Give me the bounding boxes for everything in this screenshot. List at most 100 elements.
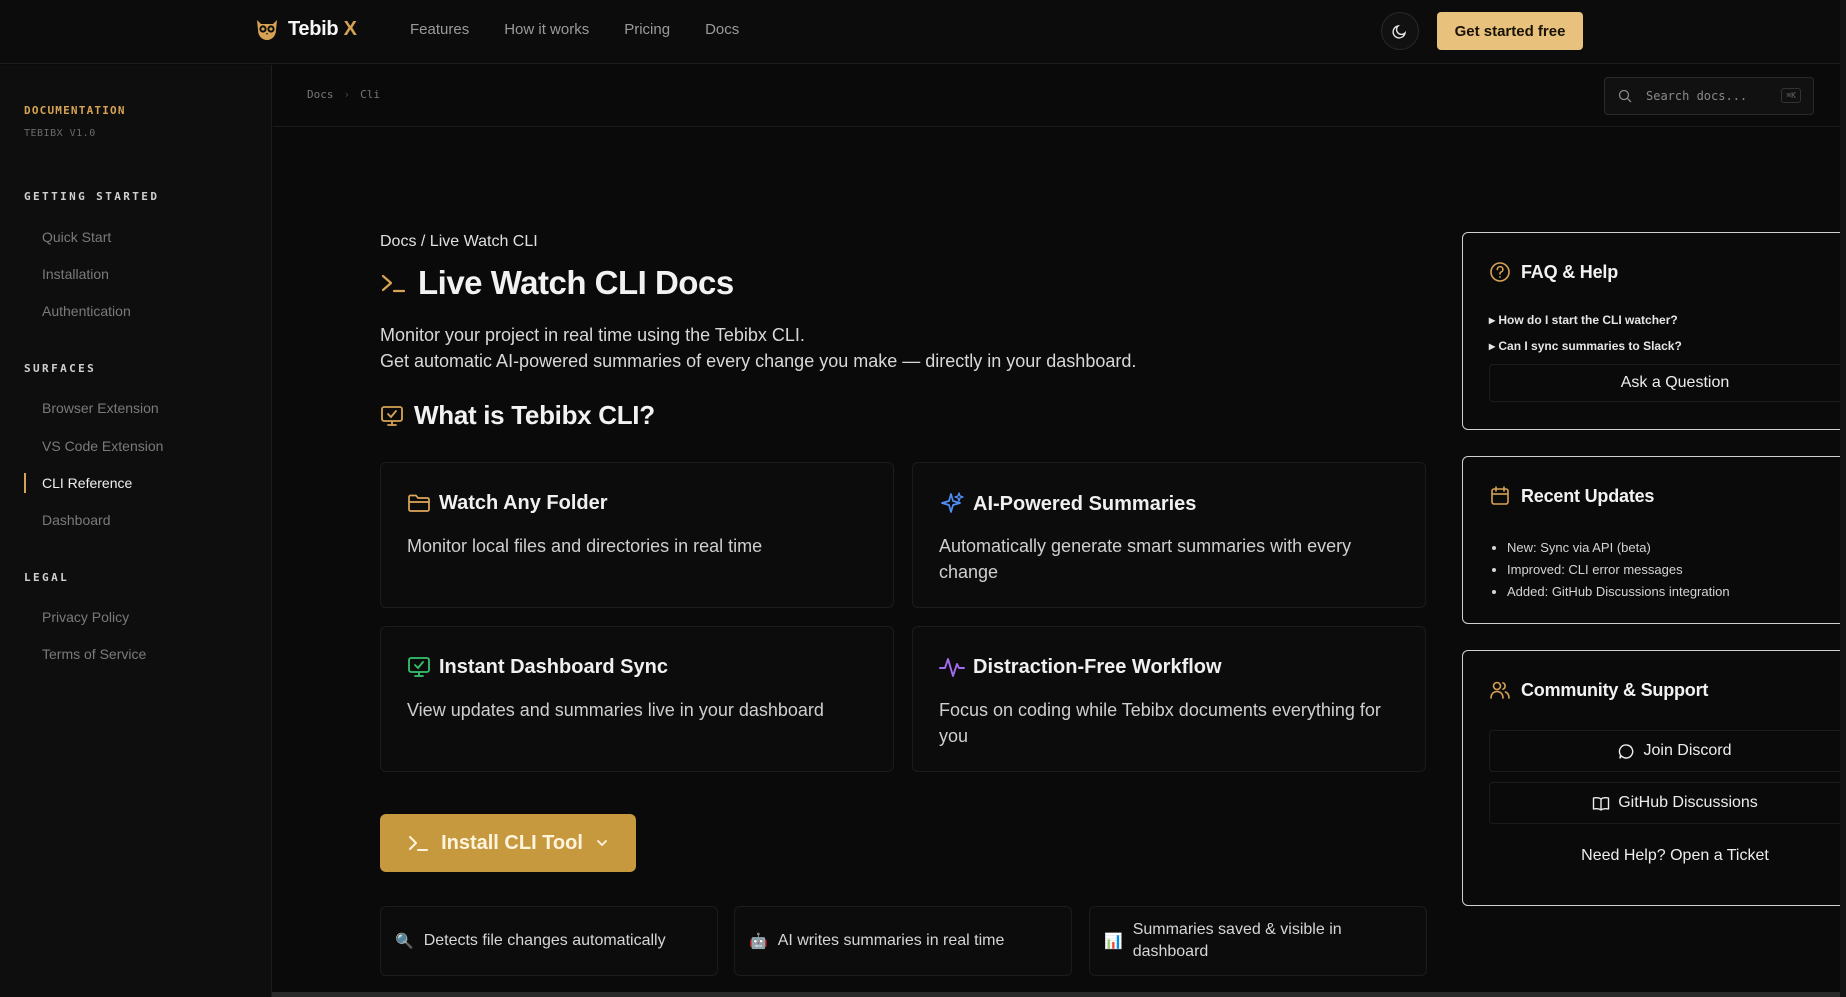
breadcrumb-cli[interactable]: Cli [360,88,380,101]
sparkles-icon [941,492,964,513]
feature-pill-summaries-saved: 📊 Summaries saved & visible in dashboard [1089,906,1427,976]
sidebar-item-privacy-policy[interactable]: Privacy Policy [42,609,129,625]
sidebar-active-indicator [24,473,26,493]
sidebar-item-authentication[interactable]: Authentication [42,303,131,319]
open-ticket-link[interactable]: Need Help? Open a Ticket [1489,847,1846,865]
docs-search-input[interactable]: Search docs... ⌘K [1604,77,1814,115]
sidebar-item-quick-start[interactable]: Quick Start [42,229,111,245]
feature-pill-detects-changes: 🔍 Detects file changes automatically [380,906,718,976]
sidebar-version: TEBIBX V1.0 [24,128,96,139]
robot-emoji-icon: 🤖 [749,933,768,950]
pill-text: Summaries saved & visible in dashboard [1132,921,1342,960]
nav-link-how-it-works[interactable]: How it works [504,21,589,38]
chevron-right-icon: › [343,88,351,101]
breadcrumb: Docs › Cli [307,88,380,101]
magnifier-emoji-icon: 🔍 [395,933,414,950]
feature-card-watch-folder: Watch Any Folder Monitor local files and… [380,462,894,608]
list-item: Improved: CLI error messages [1507,559,1730,581]
ask-question-button[interactable]: Ask a Question [1489,364,1846,402]
feature-description: Automatically generate smart summaries w… [939,536,1352,582]
help-circle-icon [1490,262,1510,282]
sidebar-item-vscode-extension[interactable]: VS Code Extension [42,438,163,454]
terminal-icon [409,836,429,851]
faq-panel: FAQ & Help ▸ How do I start the CLI watc… [1462,232,1846,430]
message-circle-icon [1619,743,1634,759]
sidebar-title: DOCUMENTATION [24,104,126,117]
feature-title: Instant Dashboard Sync [439,655,668,678]
top-navbar: Tebib X Features How it works Pricing Do… [0,0,1846,64]
install-cli-button[interactable]: Install CLI Tool [380,814,636,872]
users-icon [1490,681,1510,699]
feature-description: Monitor local files and directories in r… [407,536,763,556]
intro-line-1: Monitor your project in real time using … [380,325,805,345]
docs-breadcrumb-bar: Docs › Cli Search docs... ⌘K [273,65,1846,127]
feature-title: AI-Powered Summaries [973,492,1197,515]
calendar-icon [1491,486,1509,505]
sidebar-section-getting-started: GETTING STARTED [24,190,160,203]
feature-card-distraction-free: Distraction-Free Workflow Focus on codin… [912,626,1426,772]
sidebar-section-surfaces: SURFACES [24,362,97,375]
install-cli-label: Install CLI Tool [441,831,583,854]
community-panel: Community & Support Join Discord GitHub … [1462,650,1846,906]
nav-link-pricing[interactable]: Pricing [624,21,670,38]
github-discussions-label: GitHub Discussions [1618,794,1758,811]
sidebar-section-legal: LEGAL [24,571,70,584]
section-heading: What is Tebibx CLI? [380,400,655,431]
feature-card-dashboard-sync: Instant Dashboard Sync View updates and … [380,626,894,772]
sidebar-item-browser-extension[interactable]: Browser Extension [42,400,159,416]
recent-updates-panel: Recent Updates New: Sync via API (beta) … [1462,456,1846,624]
list-item: Added: GitHub Discussions integration [1507,581,1730,603]
feature-description: Focus on coding while Tebibx documents e… [939,700,1381,746]
nav-links: Features How it works Pricing Docs [410,21,739,38]
brand-logo[interactable]: Tebib X [254,16,357,42]
brand-name: Tebib X [288,17,357,40]
page-breadcrumb: Docs / Live Watch CLI [380,233,538,250]
docs-sidebar: DOCUMENTATION TEBIBX V1.0 GETTING STARTE… [0,65,272,997]
page-title: Live Watch CLI Docs [380,264,734,302]
feature-card-ai-summaries: AI-Powered Summaries Automatically gener… [912,462,1426,608]
sidebar-item-terms-of-service[interactable]: Terms of Service [42,646,146,662]
owl-logo-icon [257,20,277,40]
updates-panel-title: Recent Updates [1521,485,1655,506]
chevron-down-icon [597,840,607,846]
page-title-text: Live Watch CLI Docs [418,264,734,301]
community-panel-title: Community & Support [1521,679,1709,700]
list-item: New: Sync via API (beta) [1507,537,1730,559]
vertical-scrollbar[interactable] [1840,0,1846,997]
folder-icon [408,494,430,512]
pill-text: Detects file changes automatically [423,932,666,949]
updates-list: New: Sync via API (beta) Improved: CLI e… [1507,537,1730,603]
activity-icon [939,658,965,677]
join-discord-button[interactable]: Join Discord [1489,730,1846,772]
monitor-check-icon [381,405,403,426]
moon-icon [1392,24,1407,39]
horizontal-scrollbar[interactable] [272,992,1846,997]
faq-question[interactable]: ▸ How do I start the CLI watcher? [1489,313,1678,327]
sidebar-item-cli-reference[interactable]: CLI Reference [42,475,132,491]
feature-title: Watch Any Folder [439,491,608,514]
theme-toggle-button[interactable] [1381,12,1419,50]
faq-question[interactable]: ▸ Can I sync summaries to Slack? [1489,339,1682,353]
feature-description: View updates and summaries live in your … [407,700,824,720]
faq-panel-title: FAQ & Help [1521,261,1619,282]
nav-link-features[interactable]: Features [410,21,469,38]
feature-pill-ai-writes: 🤖 AI writes summaries in real time [734,906,1072,976]
section-heading-text: What is Tebibx CLI? [414,400,655,430]
book-open-icon [1592,796,1610,811]
nav-link-docs[interactable]: Docs [705,21,739,38]
terminal-icon [381,274,406,293]
join-discord-label: Join Discord [1643,742,1732,759]
get-started-button[interactable]: Get started free [1437,12,1583,50]
breadcrumb-docs[interactable]: Docs [307,88,334,101]
chart-emoji-icon: 📊 [1104,933,1123,950]
sidebar-item-dashboard[interactable]: Dashboard [42,512,111,528]
sidebar-item-installation[interactable]: Installation [42,266,109,282]
monitor-icon [408,657,430,677]
page-intro: Monitor your project in real time using … [380,322,1136,374]
github-discussions-button[interactable]: GitHub Discussions [1489,782,1846,824]
feature-title: Distraction-Free Workflow [973,655,1222,678]
search-placeholder: Search docs... [1646,89,1748,103]
pill-text: AI writes summaries in real time [777,932,1005,949]
intro-line-2: Get automatic AI-powered summaries of ev… [380,351,1137,371]
search-icon [1618,89,1632,103]
